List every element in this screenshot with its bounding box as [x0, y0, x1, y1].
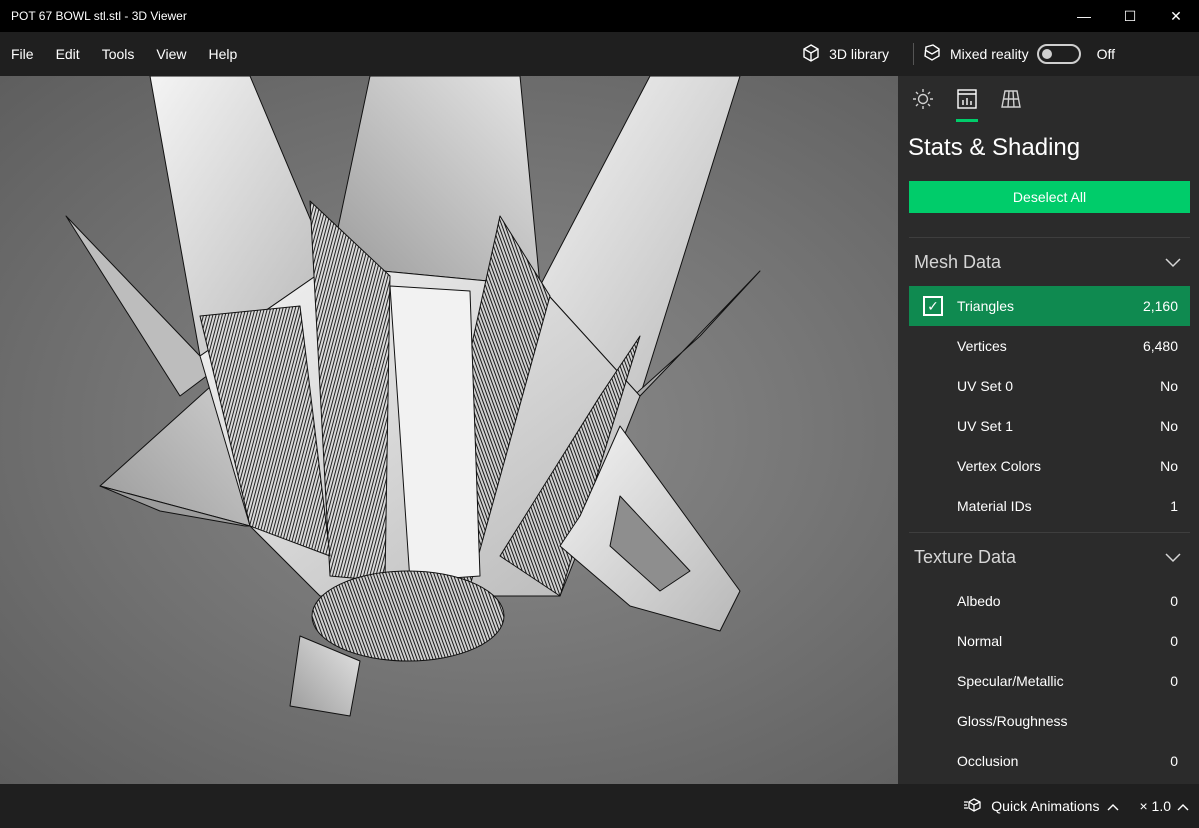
maximize-button[interactable]: ☐ — [1107, 0, 1153, 32]
deselect-all-button[interactable]: Deselect All — [909, 181, 1190, 213]
stats-icon — [956, 88, 978, 115]
texture-data-header[interactable]: Texture Data — [898, 533, 1199, 581]
mesh-data-header[interactable]: Mesh Data — [898, 238, 1199, 286]
mesh-row-uv-set-1[interactable]: UV Set 1 No — [909, 406, 1190, 446]
row-label: Normal — [957, 633, 1003, 649]
chevron-up-icon — [1107, 798, 1119, 814]
mesh-row-material-ids[interactable]: Material IDs 1 — [909, 486, 1190, 526]
mesh-data-title: Mesh Data — [914, 251, 1002, 272]
row-value: 6,480 — [1142, 338, 1178, 354]
mesh-row-vertices[interactable]: Vertices 6,480 — [909, 326, 1190, 366]
row-value: 1 — [1170, 498, 1178, 514]
row-value: 2,160 — [1142, 298, 1178, 314]
menu-divider — [912, 43, 914, 65]
row-label: Triangles — [957, 298, 1015, 314]
animation-icon — [963, 797, 983, 816]
texture-row-albedo[interactable]: Albedo 0 — [909, 581, 1190, 621]
row-value: 0 — [1170, 633, 1178, 649]
row-value: 0 — [1170, 673, 1178, 689]
texture-row-normal[interactable]: Normal 0 — [909, 621, 1190, 661]
row-value: No — [1160, 378, 1178, 394]
tab-lighting[interactable] — [908, 88, 938, 122]
sun-icon — [912, 88, 934, 115]
row-value: 0 — [1170, 753, 1178, 769]
mixed-reality-label: Mixed reality — [949, 46, 1029, 62]
stats-panel: Stats & Shading Deselect All Mesh Data ✓… — [898, 76, 1199, 784]
tab-grid[interactable] — [996, 88, 1026, 122]
quick-animations-button[interactable]: Quick Animations — [963, 797, 1139, 816]
row-label: Vertex Colors — [957, 458, 1042, 474]
row-label: Albedo — [957, 593, 1001, 609]
row-label: UV Set 0 — [957, 378, 1014, 394]
panel-tabs — [898, 76, 1199, 124]
mixed-reality-icon — [922, 43, 942, 66]
panel-title: Stats & Shading — [908, 134, 1081, 161]
cube-icon — [801, 43, 821, 66]
menu-help[interactable]: Help — [197, 32, 248, 76]
mesh-row-uv-set-0[interactable]: UV Set 0 No — [909, 366, 1190, 406]
row-label: UV Set 1 — [957, 418, 1014, 434]
row-label: Vertices — [957, 338, 1007, 354]
mixed-reality-group: Mixed reality Off — [922, 43, 1199, 66]
row-label: Material IDs — [957, 498, 1032, 514]
bottom-bar: Quick Animations × 1.0 — [0, 784, 1199, 828]
menu-tools[interactable]: Tools — [91, 32, 146, 76]
speed-label: × 1.0 — [1139, 798, 1171, 814]
chevron-down-icon — [1165, 547, 1181, 568]
minimize-button[interactable]: — — [1061, 0, 1107, 32]
texture-row-gloss-roughness[interactable]: Gloss/Roughness — [909, 701, 1190, 741]
3d-library-label: 3D library — [829, 46, 889, 62]
mixed-reality-toggle[interactable] — [1036, 44, 1081, 64]
mesh-row-vertex-colors[interactable]: Vertex Colors No — [909, 446, 1190, 486]
mixed-reality-state: Off — [1096, 46, 1115, 62]
tab-stats[interactable] — [952, 88, 982, 122]
menu-edit[interactable]: Edit — [45, 32, 91, 76]
title-bar: POT 67 BOWL stl.stl - 3D Viewer — ☐ ✕ — [0, 0, 1199, 32]
grid-icon — [1000, 88, 1022, 115]
chevron-down-icon — [1165, 252, 1181, 273]
row-value: 0 — [1170, 593, 1178, 609]
quick-animations-label: Quick Animations — [991, 798, 1100, 814]
toggle-knob — [1041, 49, 1052, 59]
checkmark-icon: ✓ — [923, 296, 943, 316]
menu-bar: File Edit Tools View Help 3D library Mix… — [0, 32, 1199, 76]
row-value: No — [1160, 458, 1178, 474]
3d-viewport[interactable] — [0, 76, 898, 784]
playback-speed-button[interactable]: × 1.0 — [1139, 798, 1199, 814]
window-title: POT 67 BOWL stl.stl - 3D Viewer — [11, 9, 187, 23]
mesh-row-triangles[interactable]: ✓ Triangles 2,160 — [909, 286, 1190, 326]
triangles-checkbox[interactable]: ✓ — [909, 296, 957, 316]
menu-view[interactable]: View — [145, 32, 197, 76]
texture-row-specular-metallic[interactable]: Specular/Metallic 0 — [909, 661, 1190, 701]
chevron-up-icon — [1177, 798, 1189, 814]
3d-library-button[interactable]: 3D library — [785, 32, 905, 76]
menu-file[interactable]: File — [0, 32, 45, 76]
row-label: Occlusion — [957, 753, 1019, 769]
mesh-render — [65, 76, 761, 717]
row-label: Gloss/Roughness — [957, 713, 1068, 729]
close-button[interactable]: ✕ — [1153, 0, 1199, 32]
texture-data-title: Texture Data — [914, 546, 1017, 567]
texture-row-occlusion[interactable]: Occlusion 0 — [909, 741, 1190, 781]
row-value: No — [1160, 418, 1178, 434]
row-label: Specular/Metallic — [957, 673, 1064, 689]
